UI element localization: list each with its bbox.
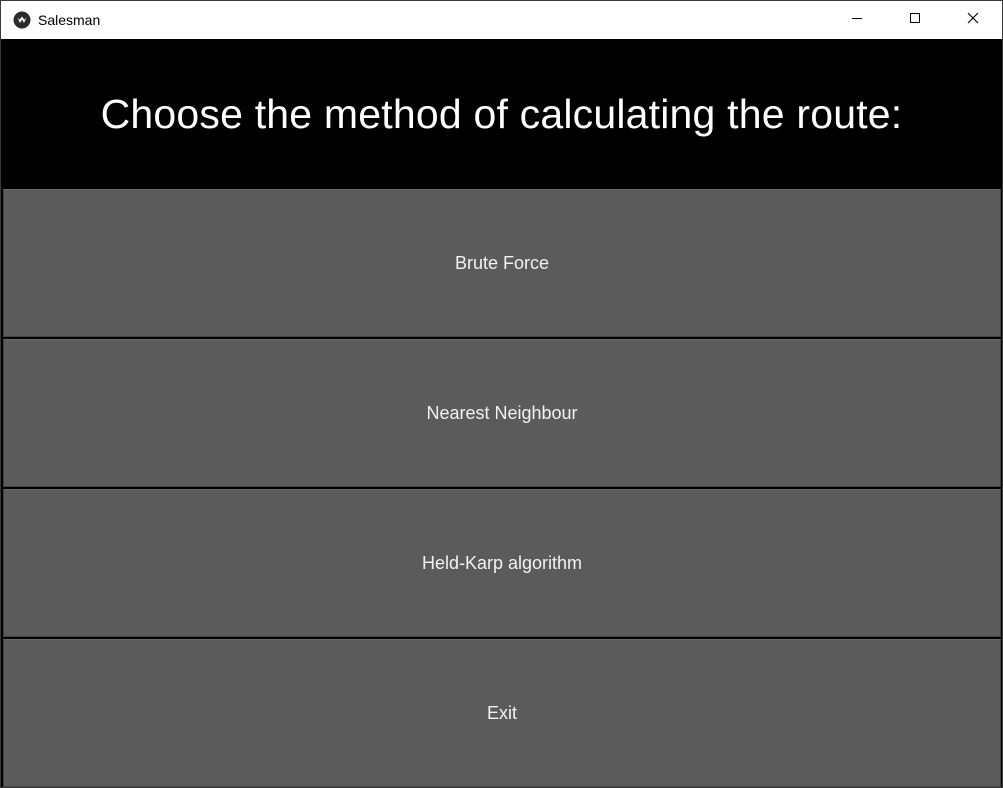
close-icon: [967, 11, 979, 29]
exit-button[interactable]: Exit: [3, 639, 1001, 787]
nearest-neighbour-button[interactable]: Nearest Neighbour: [3, 339, 1001, 487]
method-button-list: Brute Force Nearest Neighbour Held-Karp …: [3, 189, 1001, 787]
page-title: Choose the method of calculating the rou…: [100, 90, 903, 137]
minimize-icon: [851, 11, 863, 29]
window-controls: [828, 1, 1002, 39]
brute-force-button[interactable]: Brute Force: [3, 189, 1001, 337]
window-title: Salesman: [38, 12, 101, 28]
title-bar[interactable]: Salesman: [1, 1, 1002, 39]
app-window: Salesman Choose the method of calculatin…: [0, 0, 1003, 788]
minimize-button[interactable]: [828, 1, 886, 39]
held-karp-button[interactable]: Held-Karp algorithm: [3, 489, 1001, 637]
close-button[interactable]: [944, 1, 1002, 39]
kivy-logo-icon: [13, 11, 31, 29]
maximize-button[interactable]: [886, 1, 944, 39]
maximize-icon: [909, 11, 921, 29]
header: Choose the method of calculating the rou…: [2, 39, 1001, 189]
